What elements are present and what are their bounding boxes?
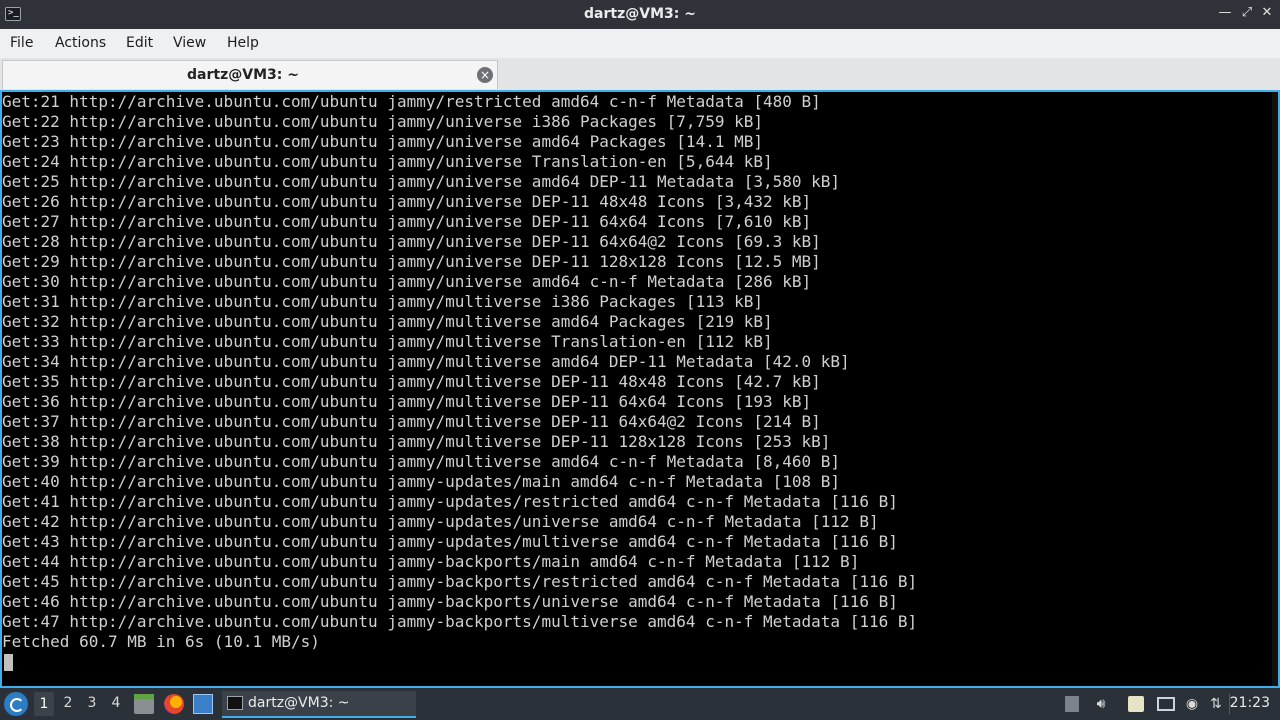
terminal-line: Get:46 http://archive.ubuntu.com/ubuntu … bbox=[2, 592, 898, 611]
terminal-line: Get:42 http://archive.ubuntu.com/ubuntu … bbox=[2, 512, 879, 531]
taskbar-item-terminal[interactable]: dartz@VM3: ~ bbox=[222, 691, 416, 718]
close-icon[interactable]: ✕ bbox=[1260, 6, 1274, 20]
keyboard-layout-icon[interactable] bbox=[1128, 696, 1144, 712]
taskbar: 1 2 3 4 dartz@VM3: ~ 🔊︎ ◉ ⇅ 21:23 bbox=[0, 688, 1280, 720]
menu-file[interactable]: File bbox=[10, 35, 33, 51]
terminal-output: Get:21 http://archive.ubuntu.com/ubuntu … bbox=[2, 92, 917, 652]
terminal-task-icon bbox=[227, 696, 243, 710]
tab-close-icon[interactable]: × bbox=[477, 67, 493, 83]
terminal-line: Get:47 http://archive.ubuntu.com/ubuntu … bbox=[2, 612, 918, 631]
clock[interactable]: 21:23 bbox=[1230, 695, 1270, 711]
show-desktop-icon[interactable] bbox=[193, 694, 213, 714]
terminal-line: Get:40 http://archive.ubuntu.com/ubuntu … bbox=[2, 472, 841, 491]
menu-actions[interactable]: Actions bbox=[55, 35, 106, 51]
tab-bar: dartz@VM3: ~ × bbox=[0, 58, 1280, 90]
workspace-2[interactable]: 2 bbox=[58, 695, 78, 711]
tab-terminal[interactable]: dartz@VM3: ~ × bbox=[2, 60, 498, 89]
workspace-3[interactable]: 3 bbox=[82, 695, 102, 711]
menu-help[interactable]: Help bbox=[227, 35, 259, 51]
terminal-line: Get:23 http://archive.ubuntu.com/ubuntu … bbox=[2, 132, 763, 151]
terminal-line: Get:38 http://archive.ubuntu.com/ubuntu … bbox=[2, 432, 831, 451]
terminal-line: Get:34 http://archive.ubuntu.com/ubuntu … bbox=[2, 352, 850, 371]
terminal-line: Get:29 http://archive.ubuntu.com/ubuntu … bbox=[2, 252, 821, 271]
terminal-line: Get:31 http://archive.ubuntu.com/ubuntu … bbox=[2, 292, 763, 311]
terminal-line: Get:26 http://archive.ubuntu.com/ubuntu … bbox=[2, 192, 812, 211]
terminal-line: Get:41 http://archive.ubuntu.com/ubuntu … bbox=[2, 492, 898, 511]
taskbar-item-label: dartz@VM3: ~ bbox=[248, 695, 350, 711]
terminal-line: Get:33 http://archive.ubuntu.com/ubuntu … bbox=[2, 332, 773, 351]
terminal-line: Get:43 http://archive.ubuntu.com/ubuntu … bbox=[2, 532, 898, 551]
terminal-line: Get:44 http://archive.ubuntu.com/ubuntu … bbox=[2, 552, 860, 571]
terminal-line: Get:27 http://archive.ubuntu.com/ubuntu … bbox=[2, 212, 812, 231]
workspace-4[interactable]: 4 bbox=[106, 695, 126, 711]
terminal-line: Get:28 http://archive.ubuntu.com/ubuntu … bbox=[2, 232, 821, 251]
terminal-line: Get:22 http://archive.ubuntu.com/ubuntu … bbox=[2, 112, 763, 131]
terminal-line: Get:24 http://archive.ubuntu.com/ubuntu … bbox=[2, 152, 773, 171]
terminal-line: Get:35 http://archive.ubuntu.com/ubuntu … bbox=[2, 372, 821, 391]
terminal-line: Get:21 http://archive.ubuntu.com/ubuntu … bbox=[2, 92, 821, 111]
tab-title: dartz@VM3: ~ bbox=[187, 67, 299, 83]
file-manager-icon[interactable] bbox=[134, 694, 154, 714]
terminal-view[interactable]: Get:21 http://archive.ubuntu.com/ubuntu … bbox=[0, 90, 1280, 688]
start-menu-icon[interactable] bbox=[4, 692, 28, 716]
terminal-line: Get:39 http://archive.ubuntu.com/ubuntu … bbox=[2, 452, 841, 471]
maximize-icon[interactable]: ⤢ bbox=[1240, 6, 1254, 20]
firefox-icon[interactable] bbox=[164, 694, 184, 714]
terminal-cursor bbox=[4, 654, 13, 671]
terminal-line: Get:36 http://archive.ubuntu.com/ubuntu … bbox=[2, 392, 812, 411]
terminal-line: Fetched 60.7 MB in 6s (10.1 MB/s) bbox=[2, 632, 320, 651]
menu-edit[interactable]: Edit bbox=[126, 35, 153, 51]
clipboard-icon[interactable] bbox=[1065, 696, 1079, 712]
window-title: dartz@VM3: ~ bbox=[584, 6, 696, 22]
update-notifier-icon[interactable]: ◉ bbox=[1184, 696, 1200, 712]
terminal-line: Get:30 http://archive.ubuntu.com/ubuntu … bbox=[2, 272, 812, 291]
menu-view[interactable]: View bbox=[173, 35, 206, 51]
terminal-line: Get:45 http://archive.ubuntu.com/ubuntu … bbox=[2, 572, 918, 591]
terminal-scrollbar[interactable] bbox=[1272, 92, 1278, 686]
display-icon[interactable] bbox=[1157, 697, 1175, 711]
window-titlebar[interactable]: >_ dartz@VM3: ~ — ⤢ ✕ bbox=[0, 0, 1280, 29]
network-icon[interactable]: ⇅ bbox=[1208, 696, 1224, 712]
workspace-1[interactable]: 1 bbox=[34, 692, 54, 716]
menu-bar: File Actions Edit View Help bbox=[0, 29, 1280, 59]
minimize-icon[interactable]: — bbox=[1218, 6, 1232, 20]
terminal-line: Get:25 http://archive.ubuntu.com/ubuntu … bbox=[2, 172, 841, 191]
volume-icon[interactable]: 🔊︎ bbox=[1093, 696, 1109, 712]
terminal-line: Get:37 http://archive.ubuntu.com/ubuntu … bbox=[2, 412, 821, 431]
terminal-line: Get:32 http://archive.ubuntu.com/ubuntu … bbox=[2, 312, 773, 331]
